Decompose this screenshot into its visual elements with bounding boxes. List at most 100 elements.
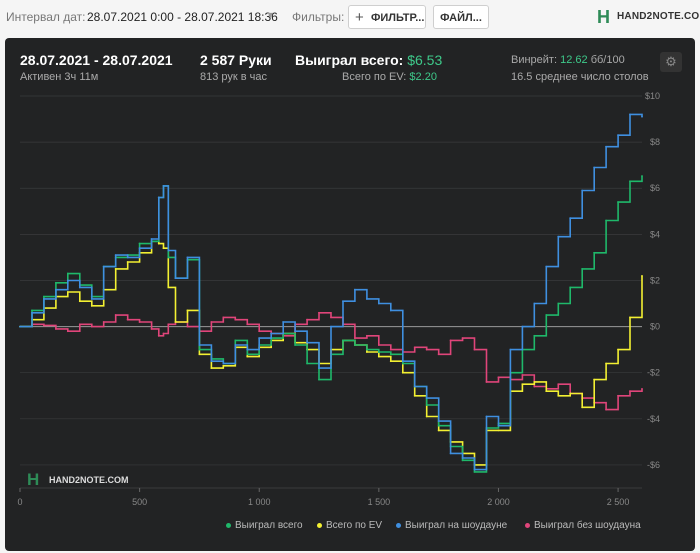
- legend-dot: [396, 522, 401, 528]
- data-point: [605, 219, 608, 222]
- data-point: [31, 309, 33, 312]
- data-point: [377, 302, 380, 305]
- data-point: [485, 381, 488, 383]
- x-tick-label: 1 500: [368, 497, 391, 507]
- y-tick-label: -$6: [647, 460, 660, 470]
- data-point: [365, 351, 368, 353]
- data-point: [162, 332, 165, 335]
- legend-dot: [226, 522, 231, 528]
- data-point: [78, 286, 81, 289]
- data-point: [425, 415, 428, 418]
- data-point: [330, 316, 332, 319]
- y-tick-label: -$4: [647, 414, 660, 424]
- data-point: [246, 353, 249, 356]
- data-point: [138, 242, 141, 245]
- data-point: [54, 327, 57, 330]
- x-tick-label: 1 000: [248, 497, 271, 507]
- data-point: [425, 397, 428, 399]
- data-point: [258, 330, 261, 333]
- data-point: [186, 325, 189, 328]
- data-point: [90, 298, 93, 300]
- data-point: [581, 189, 584, 192]
- y-tick-label: $8: [650, 137, 660, 147]
- data-point: [629, 390, 631, 393]
- data-point: [425, 404, 428, 406]
- data-point: [126, 318, 129, 321]
- data-point: [545, 314, 548, 316]
- data-point: [593, 251, 596, 254]
- data-point: [306, 341, 308, 344]
- data-point: [43, 295, 45, 298]
- data-point: [222, 362, 225, 365]
- y-tick-label: $10: [645, 91, 660, 101]
- data-point: [629, 180, 631, 183]
- data-point: [306, 318, 308, 321]
- data-point: [641, 115, 643, 118]
- data-point: [66, 279, 69, 282]
- data-point: [605, 145, 608, 148]
- data-point: [569, 286, 572, 289]
- data-point: [294, 344, 297, 346]
- data-point: [282, 321, 285, 323]
- data-point: [629, 113, 631, 116]
- data-point: [126, 256, 129, 259]
- data-point: [174, 321, 177, 323]
- data-point: [461, 457, 464, 459]
- data-point: [473, 348, 476, 351]
- data-point: [186, 309, 189, 312]
- data-point: [174, 277, 177, 280]
- data-point: [198, 348, 201, 351]
- data-point: [533, 385, 536, 388]
- data-point: [617, 394, 619, 397]
- data-point: [157, 242, 160, 245]
- data-point: [66, 272, 69, 275]
- data-point: [167, 323, 170, 326]
- x-tick-label: 500: [132, 497, 147, 507]
- data-point: [437, 353, 440, 356]
- data-point: [43, 298, 45, 300]
- data-point: [234, 318, 237, 321]
- data-point: [437, 420, 440, 423]
- data-point: [617, 134, 619, 137]
- data-point: [167, 249, 170, 252]
- data-point: [557, 383, 560, 386]
- data-point: [258, 337, 261, 340]
- y-tick-label: $0: [650, 322, 660, 332]
- data-point: [66, 330, 69, 333]
- data-point: [437, 429, 440, 432]
- data-point: [167, 256, 170, 259]
- data-point: [354, 337, 356, 340]
- data-point: [449, 339, 452, 342]
- legend-item-showdown[interactable]: Выиграл на шоудауне: [396, 520, 507, 531]
- data-point: [437, 424, 440, 427]
- data-point: [90, 325, 93, 328]
- data-point: [150, 327, 153, 330]
- data-point: [473, 470, 476, 473]
- data-point: [497, 429, 500, 432]
- series-line-0: [20, 176, 643, 473]
- data-point: [114, 254, 117, 257]
- legend-item-won-total[interactable]: Выиграл всего: [226, 520, 303, 531]
- data-point: [497, 424, 500, 427]
- data-point: [210, 321, 213, 323]
- data-point: [365, 334, 368, 337]
- data-point: [377, 355, 380, 358]
- data-point: [318, 311, 320, 314]
- data-point: [54, 281, 57, 284]
- legend-item-non-showdown[interactable]: Выиграл без шоудауна: [525, 520, 641, 531]
- data-point: [31, 311, 33, 314]
- data-point: [66, 291, 69, 293]
- data-point: [389, 360, 392, 363]
- bankroll-chart: -$6 -$4 -$2 $0 $2 $4 $6 $8 $10 0 500 1 000 1 500 2 00…: [17, 91, 660, 507]
- data-point: [157, 196, 160, 199]
- data-point: [377, 351, 380, 353]
- data-point: [138, 247, 141, 250]
- data-point: [318, 367, 320, 369]
- legend-item-ev[interactable]: Всего по EV: [317, 520, 382, 531]
- data-point: [557, 302, 560, 305]
- data-point: [593, 378, 596, 381]
- data-point: [306, 362, 308, 365]
- legend-label: Всего по EV: [326, 520, 383, 531]
- data-point: [605, 362, 608, 365]
- data-point: [509, 348, 512, 351]
